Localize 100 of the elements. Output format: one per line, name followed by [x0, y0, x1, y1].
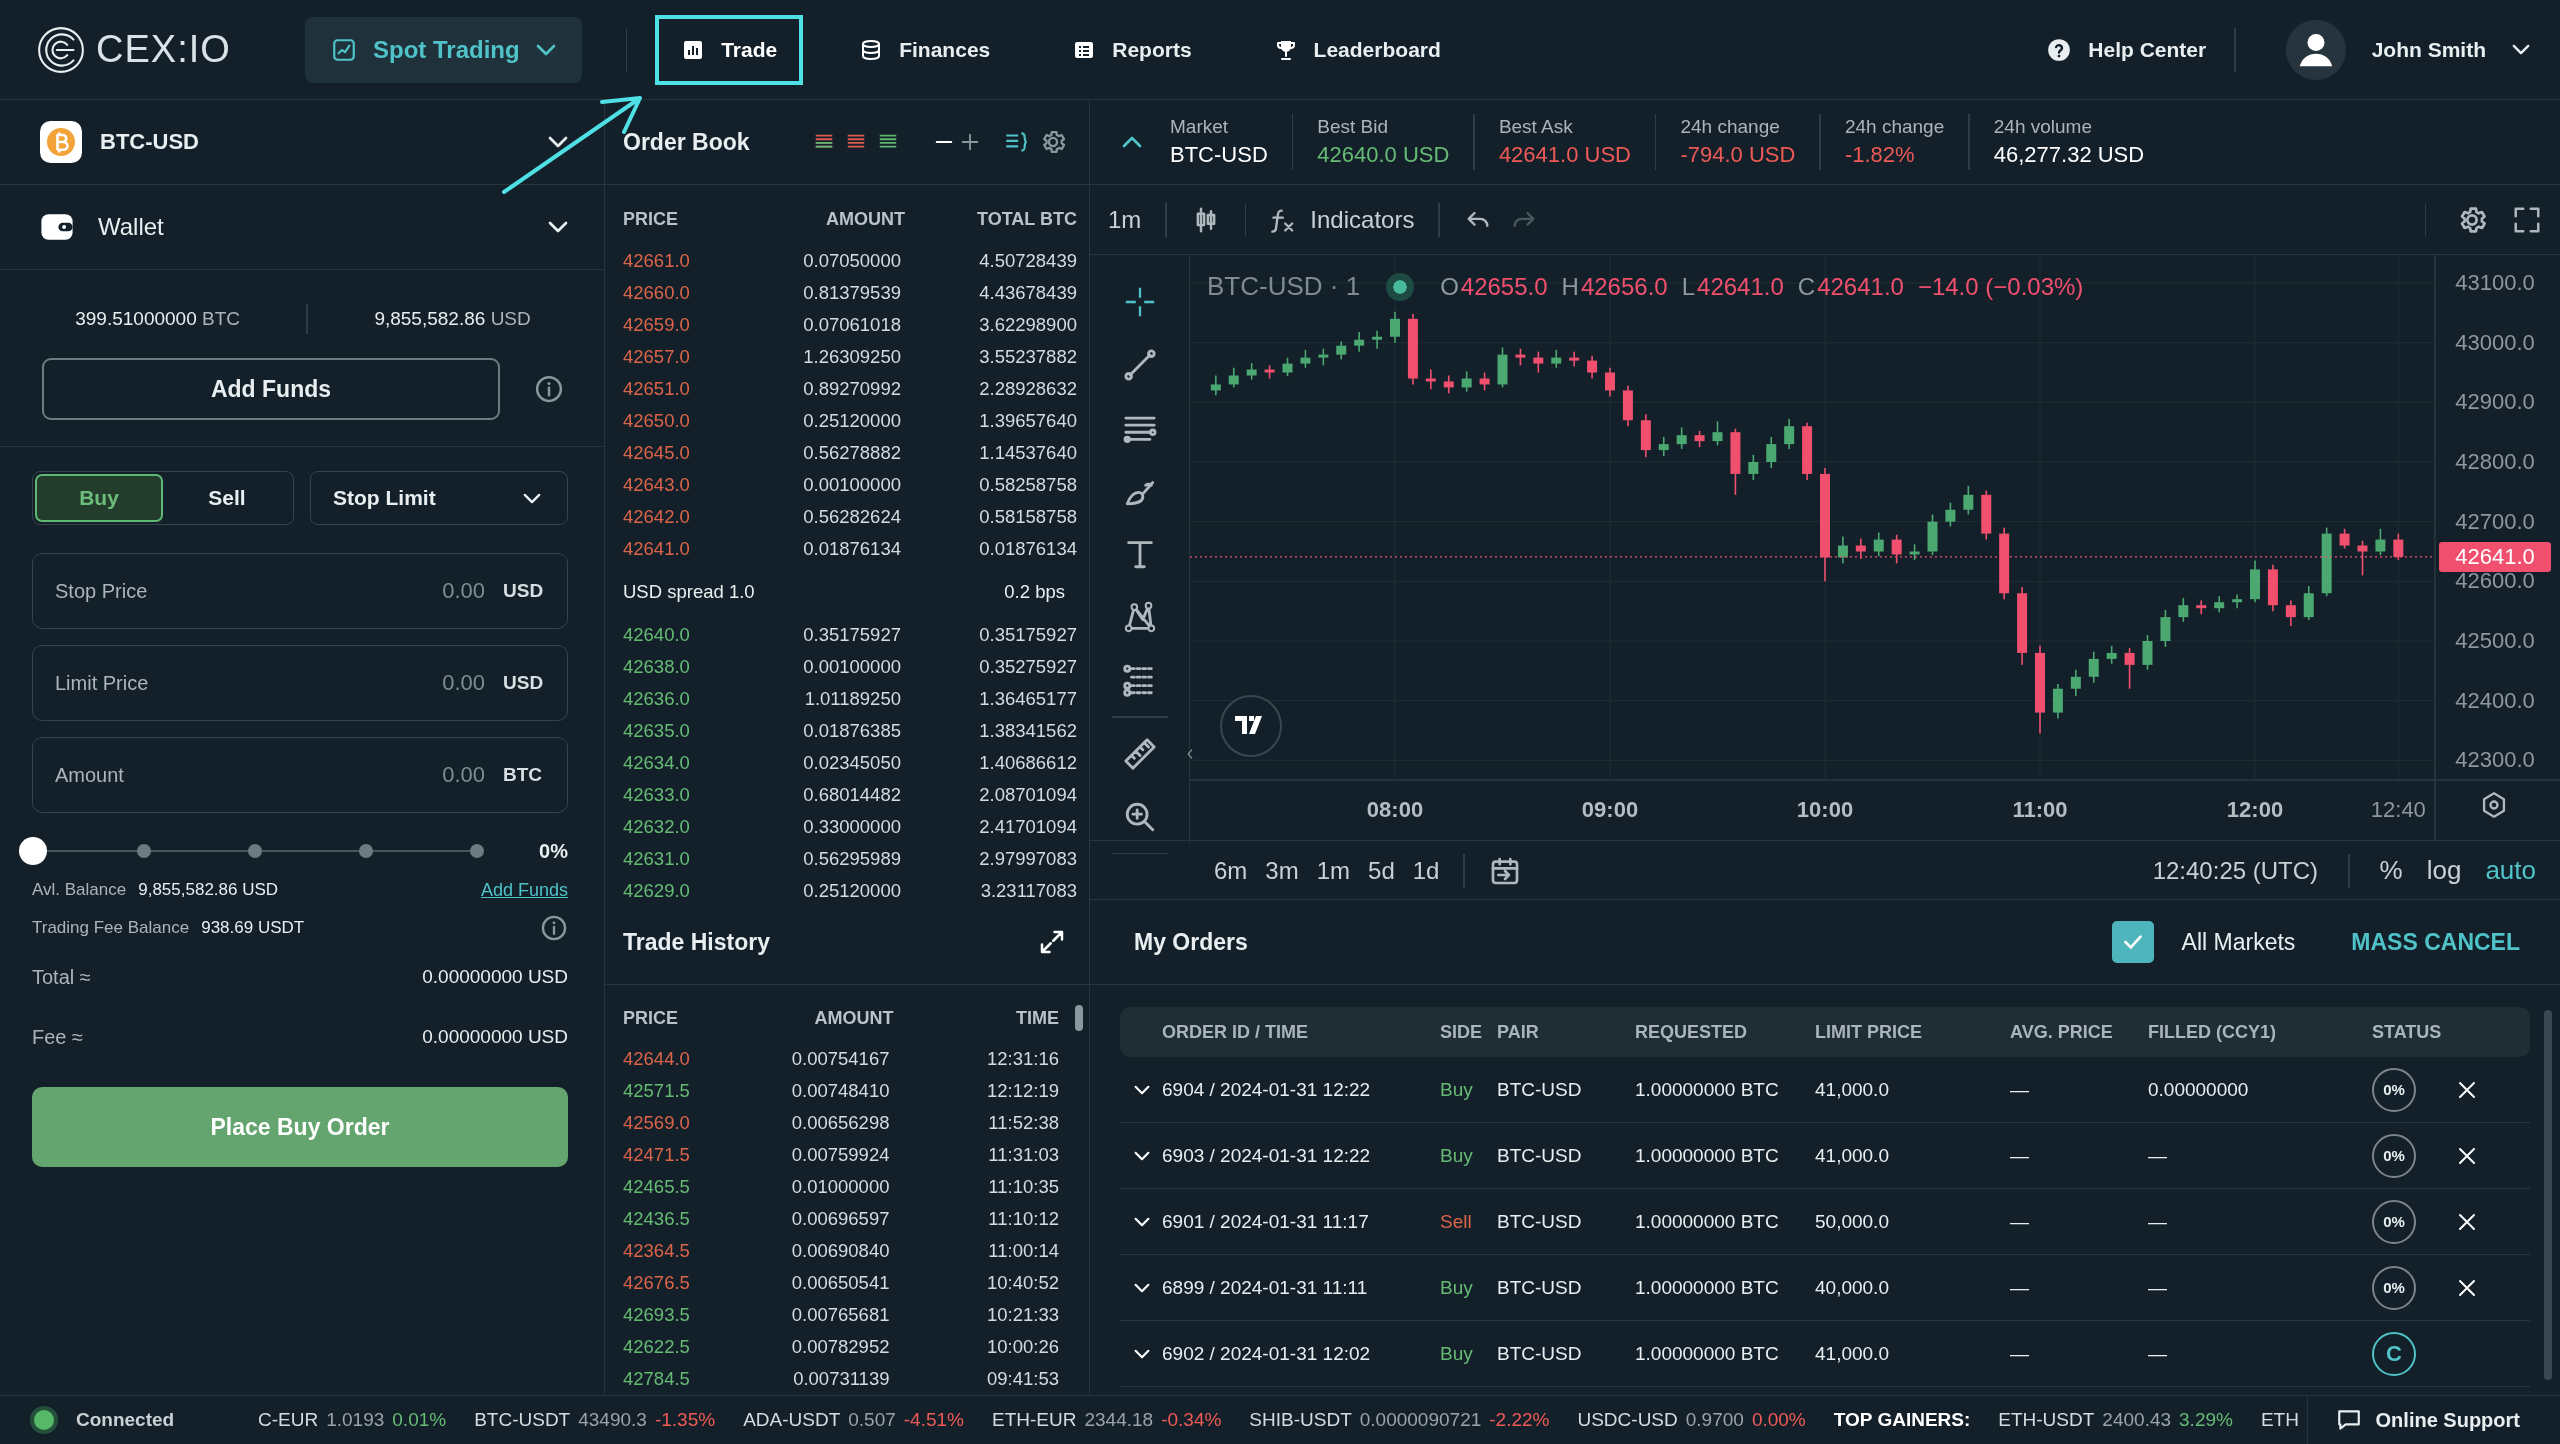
interval-button[interactable]: 1m	[1108, 205, 1142, 234]
candle	[1873, 531, 1884, 558]
top-gainers-label: TOP GAINERS:	[1833, 1409, 1971, 1431]
settings-icon[interactable]	[2480, 791, 2508, 819]
price-cell-text: 42644.0	[623, 1048, 691, 1070]
pair-cell-text: BTC-USD	[1497, 1276, 1583, 1299]
side-cell-text: Buy	[1440, 1078, 1474, 1101]
plus-icon[interactable]	[959, 131, 981, 153]
info-icon[interactable]	[534, 374, 564, 404]
price-cell-text: 42633.0	[623, 784, 691, 806]
side-tab[interactable]: Sell	[163, 474, 291, 522]
nav-tab[interactable]: Reports	[1046, 14, 1218, 85]
total-cell-text: 0.35275927	[978, 656, 1077, 678]
time-axis-label: 10:00	[1796, 797, 1854, 822]
range-button[interactable]: 1d	[1412, 856, 1440, 885]
chevron-down-icon[interactable]	[1134, 1084, 1150, 1095]
add-funds-button[interactable]: Add Funds	[42, 358, 500, 420]
spread-label: USD spread 1.0	[623, 581, 755, 603]
nav-tab[interactable]: Trade	[655, 14, 804, 85]
mass-cancel-button[interactable]: MASS CANCEL	[2351, 928, 2520, 956]
order-type-dropdown[interactable]: Stop Limit	[310, 471, 568, 525]
value-input[interactable]: 0.00	[147, 578, 503, 604]
online-support-button[interactable]: Online Support	[2306, 1396, 2560, 1444]
chart-clock: 12:40:25 (UTC)	[2152, 856, 2319, 885]
logo-text: CEX:IO	[96, 28, 231, 71]
price-cell-text: 42638.0	[623, 656, 691, 678]
pair-selector[interactable]: BTC-USD	[0, 100, 604, 185]
scale-toggle[interactable]: log	[2426, 855, 2462, 886]
ticker-change: 0.01%	[392, 1409, 447, 1431]
candle	[2088, 650, 2099, 684]
info-icon[interactable]	[540, 914, 568, 942]
candle	[1246, 362, 1257, 381]
indicators-button[interactable]: Indicators	[1270, 205, 1415, 234]
list-icon[interactable]	[1003, 129, 1029, 155]
price-cell-text: 42676.5	[623, 1272, 691, 1294]
filled-cell-text: —	[2148, 1276, 2168, 1299]
candle	[2267, 563, 2278, 612]
candle	[1981, 489, 1992, 541]
time-cell-text: 11:10:12	[987, 1208, 1059, 1230]
column-header: FILLED (CCY1)	[2148, 1021, 2277, 1043]
chevron-down-icon[interactable]	[1134, 1216, 1150, 1227]
status-ring: 0%	[2372, 1133, 2416, 1178]
chevron-down-icon[interactable]	[1134, 1348, 1150, 1359]
scrollbar[interactable]	[2544, 1010, 2552, 1380]
candle	[2196, 599, 2207, 615]
candle	[1210, 374, 1221, 396]
nav-tab[interactable]: Finances	[833, 14, 1017, 85]
price-axis-label: 42400.0	[2455, 687, 2535, 713]
side-tab[interactable]: Buy	[35, 474, 163, 522]
add-funds-link[interactable]: Add Funds	[480, 879, 568, 901]
candle	[1515, 347, 1526, 367]
wallet-toggle[interactable]: Wallet	[0, 185, 604, 270]
spread-bps: 0.2 bps	[1004, 581, 1065, 603]
trend-line-icon[interactable]	[1122, 348, 1157, 382]
value-input[interactable]: 0.00	[148, 670, 503, 696]
total-cell-text: 0.58258758	[978, 474, 1077, 496]
range-button[interactable]: 3m	[1265, 856, 1299, 885]
chevron-down-icon	[535, 43, 556, 56]
scale-toggle[interactable]: auto	[2485, 855, 2536, 886]
price-axis-label: 42700.0	[2455, 508, 2535, 534]
total-cell-text: 2.08701094	[978, 784, 1077, 806]
candle	[1766, 436, 1777, 469]
candle	[1676, 426, 1687, 450]
product-switcher[interactable]: Spot Trading	[305, 16, 582, 83]
amount-cell-text: 0.33000000	[802, 816, 902, 838]
balance-value: 9,855,582.86 USD	[138, 880, 279, 900]
order-id-cell-text: 6899 / 2024-01-31 11:11	[1162, 1276, 1369, 1299]
candle	[1479, 371, 1490, 392]
requested-cell-text: 1.00000000 BTC	[1635, 1342, 1780, 1365]
scale-toggle[interactable]: %	[2379, 855, 2403, 886]
nav-tab[interactable]: Leaderboard	[1247, 14, 1467, 85]
user-menu[interactable]: John Smith	[2285, 19, 2530, 80]
ruler-icon[interactable]	[1122, 736, 1157, 771]
ticker-change: 0.00%	[1751, 1409, 1806, 1431]
amount-cell-text: 0.56278882	[802, 442, 902, 464]
candle	[1891, 534, 1902, 565]
chevron-down-icon[interactable]	[1134, 1150, 1150, 1161]
pattern-icon[interactable]	[1122, 600, 1157, 634]
unit-label: BTC	[503, 764, 544, 786]
panel-title: My Orders	[1134, 928, 1248, 956]
time-cell-text: 09:41:53	[986, 1368, 1059, 1390]
value-input[interactable]: 0.00	[123, 762, 503, 788]
scrollbar[interactable]	[1075, 1005, 1083, 1031]
range-button[interactable]: 5d	[1368, 856, 1395, 885]
price-cell-text: 42622.5	[623, 1336, 691, 1358]
stat-value: 42641.0 USD	[1498, 142, 1631, 168]
range-button[interactable]: 1m	[1316, 856, 1351, 885]
chevron-down-icon[interactable]	[1134, 1282, 1150, 1293]
side-cell-text: Buy	[1440, 1144, 1474, 1167]
candle	[2214, 595, 2225, 614]
all-markets-checkbox[interactable]	[2111, 921, 2154, 963]
ticker-pair: BTC-USDT	[474, 1409, 571, 1431]
candle	[1318, 347, 1329, 367]
collapse-icon[interactable]	[1122, 136, 1142, 148]
range-button[interactable]: 6m	[1214, 856, 1248, 885]
total-cell-text: 0.58158758	[978, 506, 1077, 528]
help-center-link[interactable]: Help Center	[2046, 36, 2207, 63]
pair-cell-text: BTC-USD	[1497, 1342, 1583, 1365]
side-cell-text: Sell	[1440, 1210, 1473, 1233]
amount-cell-text: 0.25120000	[802, 880, 902, 900]
